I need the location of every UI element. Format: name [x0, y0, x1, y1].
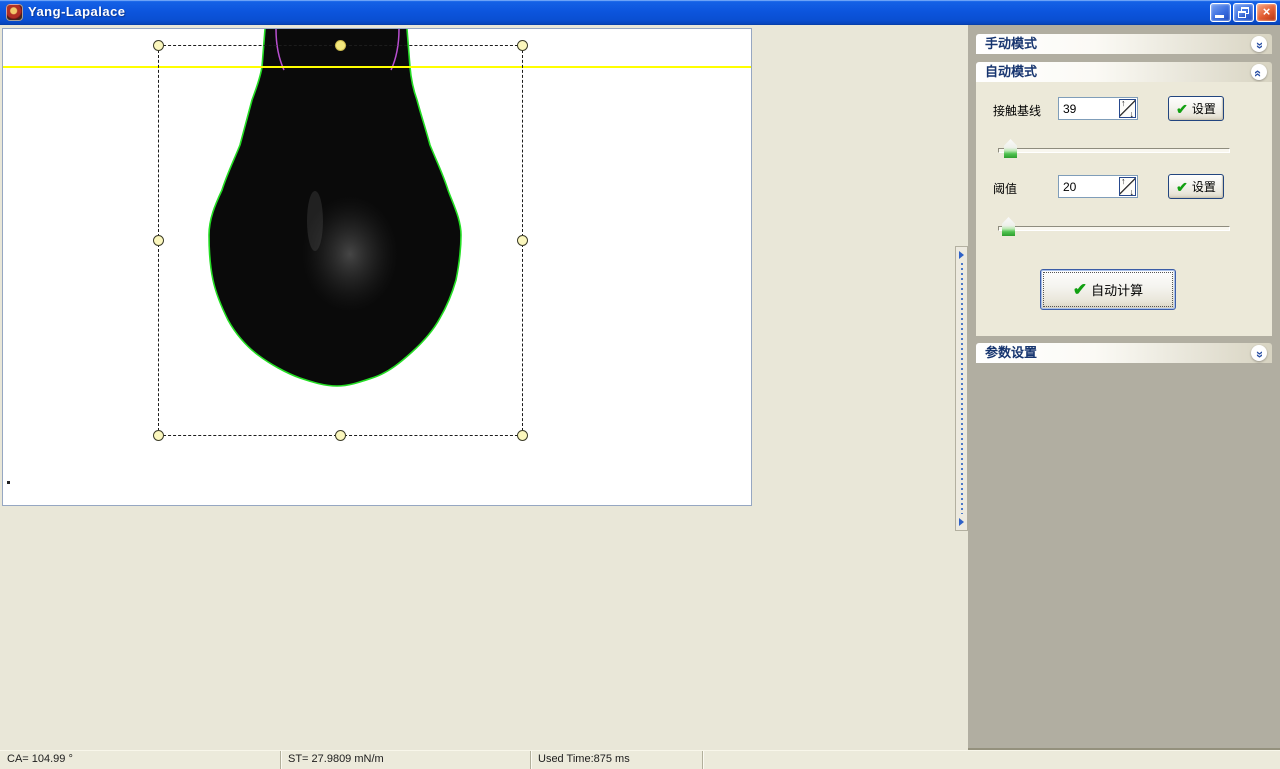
- auto-mode-header[interactable]: 自动模式 «: [976, 62, 1272, 82]
- chevron-down-icon: «: [1251, 42, 1266, 49]
- status-contact-angle: CA= 104.99 °: [0, 751, 281, 769]
- restore-button[interactable]: [1233, 3, 1254, 22]
- threshold-spinbox: ↑ ↓: [1058, 175, 1138, 198]
- threshold-set-button[interactable]: ✔ 设置: [1168, 174, 1224, 199]
- baseline-spinbox: ↑ ↓: [1058, 97, 1138, 120]
- auto-mode-body: 接触基线 ↑ ↓ ✔ 设置 阈值 ↑ ↓ ✔ 设置: [976, 82, 1272, 336]
- status-used-time: Used Time:875 ms: [531, 751, 703, 769]
- chevron-down-icon: «: [1251, 351, 1266, 358]
- check-icon: ✔: [1073, 281, 1087, 298]
- selection-rect[interactable]: [158, 45, 523, 436]
- manual-mode-expand-button[interactable]: «: [1251, 36, 1267, 52]
- selection-handle-bottom-left[interactable]: [153, 430, 164, 441]
- spinner-down-icon: ↓: [1130, 187, 1135, 197]
- stray-dot: [7, 481, 10, 484]
- splitter-collapse-arrow-bottom[interactable]: [959, 518, 964, 526]
- params-title: 参数设置: [985, 345, 1037, 360]
- selection-handle-mid-left[interactable]: [153, 235, 164, 246]
- baseline-slider-thumb[interactable]: [1004, 139, 1017, 158]
- window-title: Yang-Lapalace: [28, 4, 126, 19]
- manual-mode-title: 手动模式: [985, 36, 1037, 51]
- selection-handle-top-left[interactable]: [153, 40, 164, 51]
- spinner-down-icon: ↓: [1130, 109, 1135, 119]
- chevron-up-icon: «: [1251, 70, 1266, 77]
- threshold-spinner-button[interactable]: ↑ ↓: [1119, 177, 1136, 196]
- check-icon: ✔: [1176, 180, 1188, 194]
- drop-image-canvas[interactable]: [2, 28, 752, 506]
- baseline-spinner-button[interactable]: ↑ ↓: [1119, 99, 1136, 118]
- app-icon: [6, 4, 23, 21]
- selection-handle-bottom-center[interactable]: [335, 430, 346, 441]
- status-surface-tension: ST= 27.9809 mN/m: [281, 751, 531, 769]
- threshold-slider-thumb[interactable]: [1002, 217, 1015, 236]
- threshold-label: 阈值: [993, 180, 1017, 197]
- selection-handle-top-center[interactable]: [335, 40, 346, 51]
- baseline-label: 接触基线: [993, 102, 1041, 119]
- params-header[interactable]: 参数设置 «: [976, 343, 1272, 363]
- auto-mode-collapse-button[interactable]: «: [1251, 64, 1267, 80]
- baseline-set-button[interactable]: ✔ 设置: [1168, 96, 1224, 121]
- auto-mode-title: 自动模式: [985, 64, 1037, 79]
- spinner-up-icon: ↑: [1121, 98, 1126, 108]
- splitter-grip: [961, 263, 963, 514]
- panel-splitter[interactable]: [955, 246, 968, 531]
- minimize-icon: [1215, 15, 1224, 18]
- close-button[interactable]: ×: [1256, 3, 1277, 22]
- manual-mode-header[interactable]: 手动模式 «: [976, 34, 1272, 54]
- selection-handle-bottom-right[interactable]: [517, 430, 528, 441]
- minimize-button[interactable]: [1210, 3, 1231, 22]
- spinner-up-icon: ↑: [1121, 176, 1126, 186]
- selection-handle-mid-right[interactable]: [517, 235, 528, 246]
- baseline-value-input[interactable]: [1059, 98, 1118, 119]
- splitter-collapse-arrow-top[interactable]: [959, 251, 964, 259]
- threshold-value-input[interactable]: [1059, 176, 1118, 197]
- title-bar: Yang-Lapalace ×: [0, 0, 1280, 25]
- check-icon: ✔: [1176, 102, 1188, 116]
- status-bar: CA= 104.99 ° ST= 27.9809 mN/m Used Time:…: [0, 750, 1280, 769]
- threshold-slider-track[interactable]: [998, 226, 1230, 231]
- baseline-slider-track[interactable]: [998, 148, 1230, 153]
- control-panel: 手动模式 « 自动模式 « 接触基线 ↑ ↓ ✔ 设置 阈值 ↑: [968, 25, 1280, 750]
- status-empty: [703, 751, 1280, 769]
- params-expand-button[interactable]: «: [1251, 345, 1267, 361]
- selection-handle-top-right[interactable]: [517, 40, 528, 51]
- auto-calculate-button[interactable]: ✔ 自动计算: [1040, 269, 1176, 310]
